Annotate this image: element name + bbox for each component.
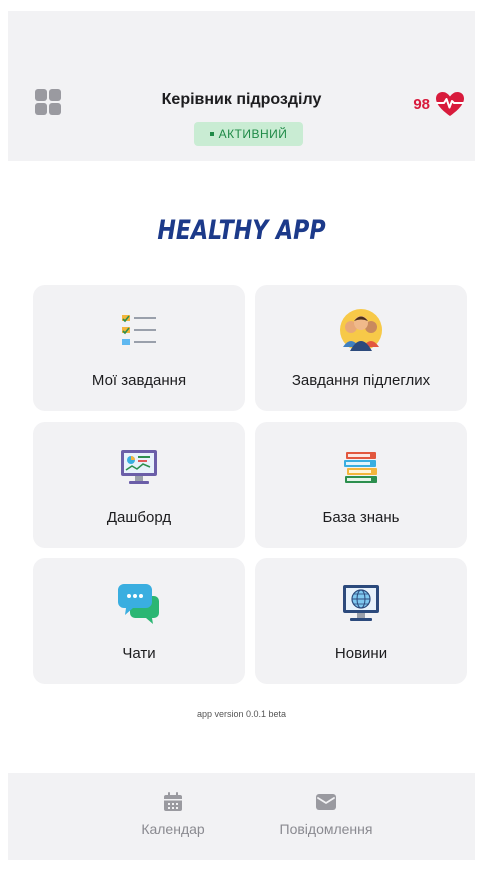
nav-calendar-label: Календар — [141, 821, 205, 837]
tile-my-tasks[interactable]: Мої завдання — [33, 285, 245, 411]
tile-label: Мої завдання — [91, 372, 187, 389]
app-screen: Керівник підрозділу АКТИВНИЙ 98 HEALTHY … — [8, 11, 475, 860]
tile-subordinate-tasks[interactable]: Завдання підлеглих — [255, 285, 467, 411]
tile-chats[interactable]: Чати — [33, 558, 245, 684]
tile-news[interactable]: Новини — [255, 558, 467, 684]
tile-label: Дашборд — [106, 509, 172, 526]
nav-messages-label: Повідомлення — [279, 821, 373, 837]
task-list-icon — [122, 315, 156, 345]
tile-label: Новини — [334, 645, 388, 662]
bottom-nav: Календар Повідомлення — [8, 773, 475, 860]
status-dot — [209, 132, 214, 136]
status-text: АКТИВНИЙ — [218, 127, 288, 141]
chat-bubbles-icon — [118, 584, 159, 624]
books-icon — [344, 452, 377, 483]
header: Керівник підрозділу АКТИВНИЙ 98 — [8, 11, 475, 161]
app-version: app version 0.0.1 beta — [196, 709, 287, 719]
tile-label: База знань — [322, 509, 400, 526]
page-title: Керівник підрозділу — [161, 91, 322, 108]
tile-dashboard[interactable]: Дашборд — [33, 422, 245, 548]
nav-messages[interactable]: Повідомлення — [263, 791, 389, 837]
envelope-icon — [316, 794, 336, 810]
status-badge: АКТИВНИЙ — [194, 122, 303, 146]
app-title: HEALTHY APP — [157, 215, 326, 246]
tile-label: Чати — [122, 645, 156, 662]
tile-label: Завдання підлеглих — [291, 372, 431, 389]
calendar-icon — [164, 792, 182, 811]
tile-knowledge-base[interactable]: База знань — [255, 422, 467, 548]
dashboard-monitor-icon — [121, 450, 157, 484]
health-count: 98 — [413, 95, 430, 113]
heart-pulse-icon — [436, 92, 464, 116]
nav-calendar[interactable]: Календар — [135, 791, 211, 837]
globe-monitor-icon — [343, 585, 379, 621]
health-indicator[interactable]: 98 — [413, 91, 465, 117]
team-icon — [340, 309, 382, 351]
